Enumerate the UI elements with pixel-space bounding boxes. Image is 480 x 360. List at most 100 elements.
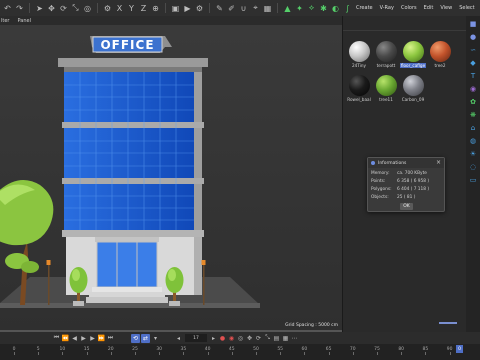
floor-icon[interactable]: ▭ (468, 175, 478, 185)
target-icon[interactable]: ◎ (82, 3, 93, 14)
rotation-key-icon[interactable]: ⟳ (254, 334, 263, 343)
position-key-icon[interactable]: ✥ (245, 334, 254, 343)
redo-icon[interactable]: ↷ (14, 3, 25, 14)
tweak-icon[interactable]: ▲ (282, 3, 293, 14)
camera-icon[interactable]: ⟡ (306, 3, 317, 14)
ok-button[interactable]: OK (400, 203, 413, 210)
menu-create[interactable]: Create (356, 5, 373, 11)
render-region-icon[interactable]: ▣ (170, 3, 181, 14)
info-value: 25 ( 81 ) (397, 195, 416, 200)
brush-icon[interactable]: ✐ (226, 3, 237, 14)
y-axis-icon[interactable]: Y (126, 3, 137, 14)
snap-icon[interactable]: ⌖ (250, 3, 261, 14)
material-item[interactable]: Carbon_09 (401, 75, 425, 102)
select-icon[interactable]: ➤ (34, 3, 45, 14)
c4d-logo-icon (371, 161, 375, 165)
auto-key-icon[interactable]: ◉ (227, 334, 236, 343)
next-frame-icon[interactable]: ▶ (88, 334, 97, 343)
scale-icon[interactable]: ⤡ (70, 3, 81, 14)
viewport-menu-panel[interactable]: Panel (17, 18, 31, 24)
material-item[interactable]: tree11 (374, 75, 398, 102)
next-key-icon[interactable]: ⏩ (97, 334, 106, 343)
material-item[interactable]: tree2 (428, 41, 452, 68)
record-icon[interactable]: ● (218, 334, 227, 343)
light-icon[interactable]: ✦ (294, 3, 305, 14)
more-icon[interactable]: ⋯ (290, 334, 299, 343)
office-sign-text: OFFICE (100, 37, 155, 52)
text-icon[interactable]: T (468, 71, 478, 81)
prev-key-icon[interactable]: ⏪ (61, 334, 70, 343)
menu-vray[interactable]: V-Ray (380, 5, 394, 11)
pla-key-icon[interactable]: ▦ (281, 334, 290, 343)
subdivision-icon[interactable]: ◆ (468, 58, 478, 68)
material-item[interactable]: 24Tiny (347, 41, 371, 68)
gear-icon[interactable]: ⚙ (102, 3, 113, 14)
spline-icon[interactable]: ∫ (342, 3, 353, 14)
sky-icon[interactable]: ◌ (468, 162, 478, 172)
mograph-icon[interactable]: ✿ (468, 97, 478, 107)
deformer-icon[interactable]: ✱ (318, 3, 329, 14)
sphere-icon[interactable]: ● (468, 32, 478, 42)
dialog-title-bar[interactable]: Informations × (368, 158, 444, 168)
play-icon[interactable]: ▶ (79, 334, 88, 343)
material-preview (402, 75, 424, 96)
menu-view[interactable]: View (440, 5, 452, 11)
rotate-icon[interactable]: ⟳ (58, 3, 69, 14)
menu-edit[interactable]: Edit (424, 5, 434, 11)
magnet-icon[interactable]: ∪ (238, 3, 249, 14)
undo-icon[interactable]: ↶ (2, 3, 13, 14)
grid-icon[interactable]: ▦ (262, 3, 273, 14)
timeline-tick (110, 352, 112, 355)
material-item-selected[interactable]: floor_caflge (400, 41, 426, 68)
key-next-icon[interactable]: ▸ (209, 334, 218, 343)
z-axis-icon[interactable]: Z (138, 3, 149, 14)
light-object-icon[interactable]: ☀ (468, 149, 478, 159)
coord-icon[interactable]: ⊕ (150, 3, 161, 14)
dropdown-icon[interactable]: ▾ (151, 334, 160, 343)
scale-key-icon[interactable]: ⤡ (263, 334, 272, 343)
timeline-ruler[interactable]: 0 0 5 10 15 20 25 30 35 40 45 50 55 60 65 70 75 80 85 90 (0, 344, 480, 360)
menu-select[interactable]: Select (459, 5, 474, 11)
x-axis-icon[interactable]: X (114, 3, 125, 14)
timeline-tick (449, 352, 451, 355)
material-item[interactable]: Rowel_baal (347, 75, 371, 102)
render-settings-icon[interactable]: ⚙ (194, 3, 205, 14)
timeline-tick (14, 352, 15, 355)
go-to-end-icon[interactable]: ⏭ (106, 334, 115, 343)
timeline-tick (256, 352, 257, 355)
3d-viewport[interactable]: Camera.2 ⟳ (0, 25, 342, 330)
transport-bar: ⏮ ⏪ ◀ ▶ ▶ ⏩ ⏭ ⟲ ⇄ ▾ ◂ 17 ▸ ● ◉ ◎ ✥ ⟳ ⤡ ▤… (0, 332, 480, 344)
render-view-icon[interactable]: ▶ (182, 3, 193, 14)
info-row: Objects: 25 ( 81 ) (368, 195, 444, 200)
material-scrollbar[interactable] (439, 322, 457, 324)
move-icon[interactable]: ✥ (46, 3, 57, 14)
current-frame-marker[interactable]: 0 (456, 345, 463, 353)
viewport-menu-filter[interactable]: lter (1, 18, 9, 24)
menu-colors[interactable]: Colors (401, 5, 417, 11)
timeline-tick-label: 80 (398, 347, 405, 352)
param-key-icon[interactable]: ▤ (272, 334, 281, 343)
loop-icon[interactable]: ⟲ (131, 333, 140, 343)
material-label: tree2 (434, 63, 446, 68)
go-to-start-icon[interactable]: ⏮ (52, 334, 61, 343)
close-icon[interactable]: × (436, 159, 441, 166)
field-icon[interactable]: ◐ (330, 3, 341, 14)
material-label: tree11 (379, 97, 393, 102)
timeline-tick (401, 352, 403, 355)
timeline-tick-label: 15 (83, 347, 90, 352)
environment-icon[interactable]: ◍ (468, 136, 478, 146)
timeline-tick-label: 30 (156, 347, 163, 352)
key-selection-icon[interactable]: ◎ (236, 334, 245, 343)
cube-icon[interactable]: ■ (468, 19, 478, 29)
deform-icon[interactable]: ◉ (468, 84, 478, 94)
timeline-tick-label: 55 (277, 347, 284, 352)
camera-object-icon[interactable]: ⌂ (468, 123, 478, 133)
cloner-icon[interactable]: ❋ (468, 110, 478, 120)
spline-tool-icon[interactable]: ∽ (468, 45, 478, 55)
pen-icon[interactable]: ✎ (214, 3, 225, 14)
frame-field[interactable]: 17 (185, 334, 207, 342)
key-prev-icon[interactable]: ◂ (174, 334, 183, 343)
range-icon[interactable]: ⇄ (141, 333, 150, 343)
prev-frame-icon[interactable]: ◀ (70, 334, 79, 343)
material-item[interactable]: terrapott (374, 41, 398, 68)
